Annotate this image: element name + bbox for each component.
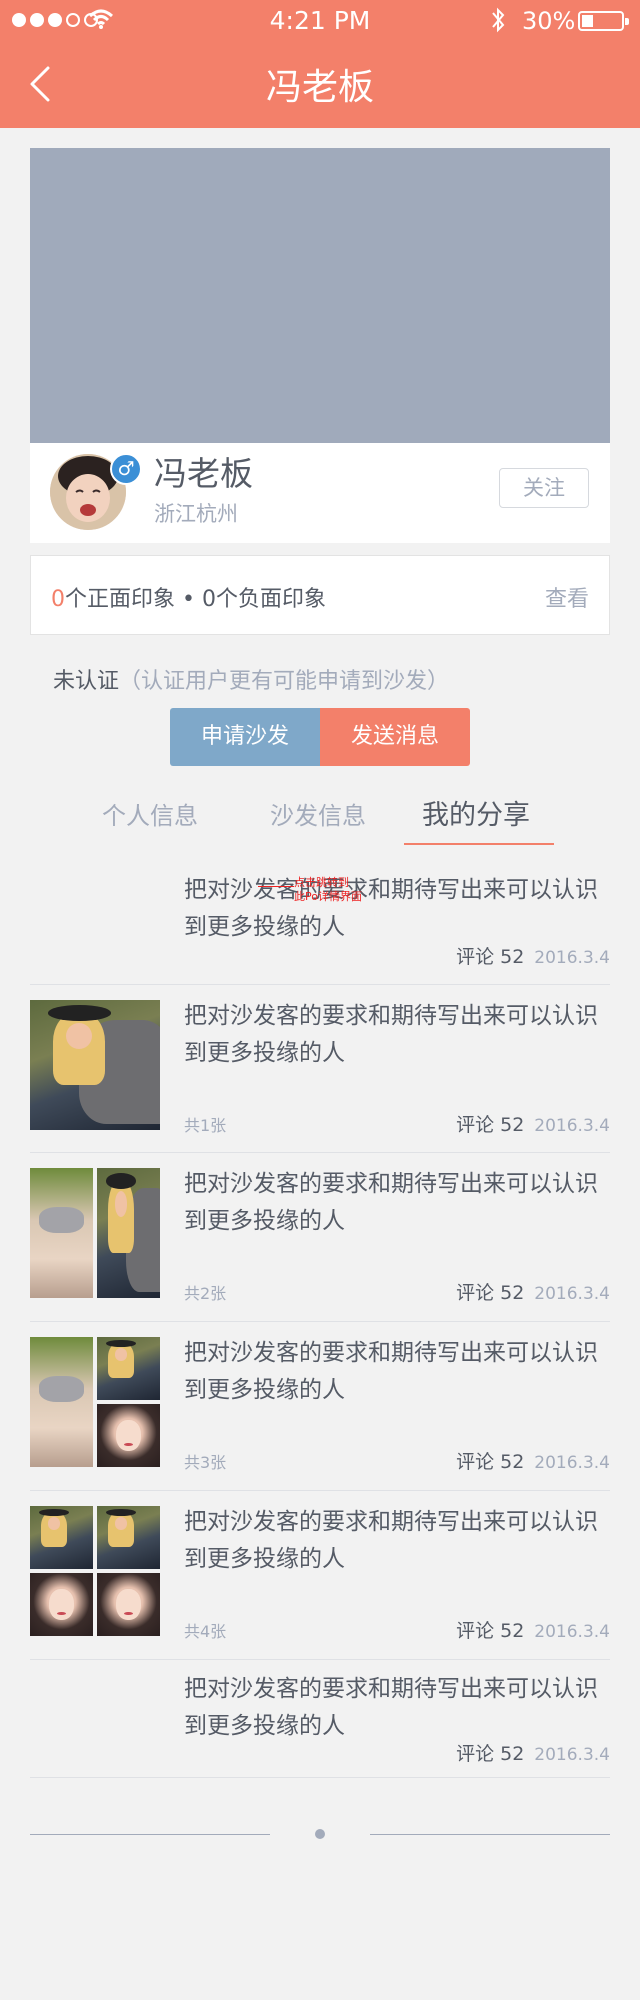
post-comments: 评论 52	[456, 1620, 525, 1642]
post-photo	[97, 1506, 160, 1569]
negative-label: 个负面印象	[215, 587, 326, 612]
profile-location: 浙江杭州	[154, 502, 238, 526]
post-photo	[97, 1168, 160, 1298]
pager-divider-right	[370, 1834, 610, 1835]
post-photo	[30, 1168, 93, 1298]
battery-icon	[578, 11, 629, 31]
post-text: 把对沙发客的要求和期待写出来可以认识到更多投缘的人	[184, 877, 598, 940]
list-item[interactable]: 把对沙发客的要求和期待写出来可以认识到更多投缘的人 共2张 评论 52 2016.…	[30, 1152, 610, 1322]
negative-count: 0	[201, 587, 216, 612]
list-item[interactable]: 把对沙发客的要求和期待写出来可以认识到更多投缘的人 共4张 评论 52 2016.…	[30, 1490, 610, 1660]
post-photos[interactable]	[30, 1337, 160, 1467]
impressions-summary: 0个正面印象 • 0个负面印象	[51, 581, 326, 613]
view-impressions-link[interactable]: 查看	[545, 581, 589, 613]
post-meta: 评论 52 2016.3.4	[456, 1616, 610, 1643]
photo-count: 共1张	[184, 1116, 227, 1135]
post-photo	[97, 1573, 160, 1636]
cover-image	[30, 148, 610, 443]
post-meta: 评论 52 2016.3.4	[456, 942, 610, 969]
tab-sofa-info[interactable]: 沙发信息	[270, 796, 366, 831]
positive-label: 个正面印象	[65, 587, 176, 612]
photo-count: 共2张	[184, 1284, 227, 1303]
battery-percent: 30%	[522, 7, 576, 35]
post-meta: 评论 52 2016.3.4	[456, 1278, 610, 1305]
verification-status: 未认证（认证用户更有可能申请到沙发）	[53, 663, 449, 695]
bluetooth-icon	[492, 7, 505, 33]
post-photos[interactable]	[30, 1506, 160, 1636]
post-comments: 评论 52	[456, 1114, 525, 1136]
profile-name: 冯老板	[154, 454, 253, 493]
post-photo	[30, 1337, 93, 1467]
post-comments: 评论 52	[456, 1451, 525, 1473]
post-text: 把对沙发客的要求和期待写出来可以认识到更多投缘的人	[184, 1676, 598, 1739]
post-comments: 评论 52	[456, 946, 525, 968]
post-meta: 评论 52 2016.3.4	[456, 1739, 610, 1766]
post-photo	[30, 1506, 93, 1569]
post-meta: 评论 52 2016.3.4	[456, 1110, 610, 1137]
post-text: 把对沙发客的要求和期待写出来可以认识到更多投缘的人	[184, 1509, 598, 1572]
list-item[interactable]: 把对沙发客的要求和期待写出来可以认识到更多投缘的人 共1张 评论 52 2016.…	[30, 984, 610, 1153]
pager-divider-left	[30, 1834, 270, 1835]
positive-count: 0	[51, 587, 65, 612]
post-comments: 评论 52	[456, 1282, 525, 1304]
annotation-note: 点击跳转到 此Po详情界面	[258, 876, 362, 904]
battery-level	[582, 15, 593, 27]
impressions-separator: •	[175, 587, 202, 612]
post-date: 2016.3.4	[534, 948, 610, 968]
tab-my-shares[interactable]: 我的分享	[422, 793, 530, 832]
post-date: 2016.3.4	[534, 1453, 610, 1473]
post-photos[interactable]	[30, 1168, 160, 1298]
apply-sofa-button[interactable]: 申请沙发	[170, 708, 320, 766]
follow-button[interactable]: 关注	[499, 468, 589, 508]
post-text: 把对沙发客的要求和期待写出来可以认识到更多投缘的人	[184, 1171, 598, 1234]
post-date: 2016.3.4	[534, 1116, 610, 1136]
post-photos[interactable]	[30, 1000, 160, 1130]
annotation-line2: 此Po详情界面	[294, 890, 362, 903]
verification-note: （认证用户更有可能申请到沙发）	[119, 669, 450, 694]
impressions-card: 0个正面印象 • 0个负面印象 查看	[30, 555, 610, 635]
photo-count: 共4张	[184, 1622, 227, 1641]
list-item[interactable]: 把对沙发客的要求和期待写出来可以认识到更多投缘的人 共3张 评论 52 2016.…	[30, 1321, 610, 1491]
photo-count: 共3张	[184, 1453, 227, 1472]
post-meta: 评论 52 2016.3.4	[456, 1447, 610, 1474]
tab-personal-info[interactable]: 个人信息	[102, 796, 198, 831]
annotation-line1: 点击跳转到	[294, 876, 349, 889]
post-date: 2016.3.4	[534, 1284, 610, 1304]
page-title: 冯老板	[265, 67, 374, 108]
post-date: 2016.3.4	[534, 1745, 610, 1765]
status-bar: 4:21 PM 30%	[0, 0, 640, 42]
active-tab-indicator	[404, 843, 554, 845]
pager-dot	[315, 1829, 325, 1839]
nav-bar: 冯老板	[0, 42, 640, 128]
post-photo	[97, 1337, 160, 1400]
verification-label: 未认证	[53, 669, 120, 694]
profile-card: ♂ 冯老板 浙江杭州 关注	[30, 443, 610, 543]
male-icon: ♂	[110, 453, 142, 485]
post-date: 2016.3.4	[534, 1622, 610, 1642]
send-message-button[interactable]: 发送消息	[320, 708, 470, 766]
post-text: 把对沙发客的要求和期待写出来可以认识到更多投缘的人	[184, 1340, 598, 1403]
post-text: 把对沙发客的要求和期待写出来可以认识到更多投缘的人	[184, 1003, 598, 1066]
post-photo	[30, 1000, 160, 1130]
post-photo	[30, 1573, 93, 1636]
post-comments: 评论 52	[456, 1743, 525, 1765]
post-photo	[97, 1404, 160, 1467]
list-item[interactable]: 把对沙发客的要求和期待写出来可以认识到更多投缘的人 评论 52 2016.3.4	[30, 1659, 610, 1778]
